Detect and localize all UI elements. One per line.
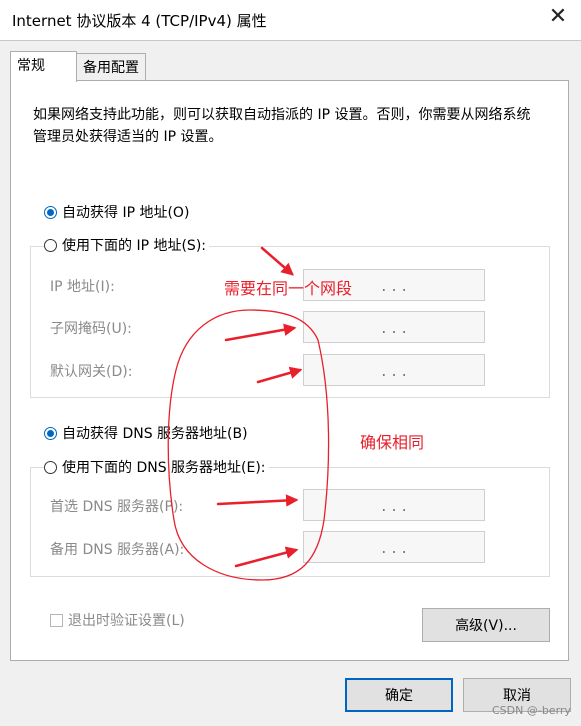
auto-dns-radio[interactable]: 自动获得 DNS 服务器地址(B): [44, 423, 251, 443]
ok-button[interactable]: 确定: [345, 678, 453, 712]
checkbox-unchecked-icon: [50, 613, 63, 627]
auto-ip-label: 自动获得 IP 地址(O): [62, 205, 190, 221]
titlebar-divider: [0, 40, 581, 41]
tab-general[interactable]: 常规: [10, 51, 77, 82]
radio-unchecked-icon: [44, 238, 57, 252]
tab-general-label: 常规: [17, 58, 45, 74]
radio-checked-icon: [44, 205, 57, 219]
subnet-mask-input[interactable]: . . .: [303, 311, 485, 343]
radio-unchecked-icon: [44, 460, 57, 474]
alternate-dns-label: 备用 DNS 服务器(A):: [50, 542, 185, 558]
tab-alternate-config-label: 备用配置: [83, 60, 139, 76]
default-gateway-input[interactable]: . . .: [303, 354, 485, 386]
manual-dns-radio[interactable]: 使用下面的 DNS 服务器地址(E):: [44, 457, 269, 477]
annotation-same-segment: 需要在同一个网段: [224, 279, 353, 298]
window-title: Internet 协议版本 4 (TCP/IPv4) 属性: [12, 12, 267, 30]
preferred-dns-input[interactable]: . . .: [303, 489, 485, 521]
description-text: 如果网络支持此功能，则可以获取自动指派的 IP 设置。否则，你需要从网络系统管理…: [33, 107, 531, 145]
preferred-dns-label: 首选 DNS 服务器(P):: [50, 499, 184, 515]
subnet-mask-label: 子网掩码(U):: [50, 321, 132, 337]
ip-address-label: IP 地址(I):: [50, 279, 115, 295]
manual-ip-radio[interactable]: 使用下面的 IP 地址(S):: [44, 235, 209, 255]
title-bar: Internet 协议版本 4 (TCP/IPv4) 属性 ✕: [0, 0, 581, 40]
manual-ip-label: 使用下面的 IP 地址(S):: [62, 238, 206, 254]
close-icon[interactable]: ✕: [548, 6, 568, 28]
tab-alternate-config[interactable]: 备用配置: [76, 53, 146, 80]
watermark: CSDN @-berry: [492, 704, 571, 717]
default-gateway-label: 默认网关(D):: [50, 364, 133, 380]
auto-dns-label: 自动获得 DNS 服务器地址(B): [62, 426, 248, 442]
manual-dns-label: 使用下面的 DNS 服务器地址(E):: [62, 460, 266, 476]
alternate-dns-input[interactable]: . . .: [303, 531, 485, 563]
validate-on-exit-checkbox[interactable]: 退出时验证设置(L): [50, 610, 185, 630]
validate-on-exit-label: 退出时验证设置(L): [68, 613, 185, 629]
radio-checked-icon: [44, 426, 57, 440]
annotation-ensure-same: 确保相同: [360, 433, 425, 452]
advanced-button[interactable]: 高级(V)...: [422, 608, 550, 642]
auto-ip-radio[interactable]: 自动获得 IP 地址(O): [44, 202, 193, 222]
